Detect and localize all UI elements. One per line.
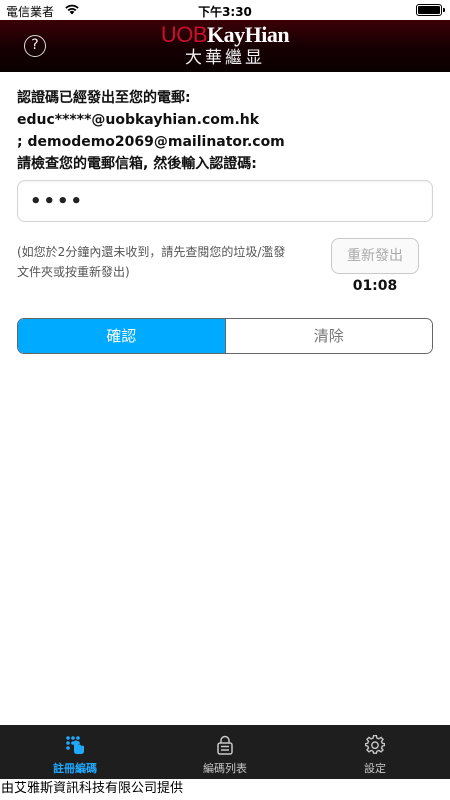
help-button[interactable]: ? <box>24 35 46 57</box>
instruction-text: 請檢查您的電郵信箱, 然後輸入認證碼: <box>17 156 257 172</box>
tab-register-code-label: 註冊編碼 <box>53 762 97 775</box>
battery-icon <box>416 4 445 16</box>
verification-form: 認證碼已經發出至您的電郵: educ*****@uobkayhian.com.h… <box>17 87 437 354</box>
clear-button[interactable]: 清除 <box>224 319 432 353</box>
verification-screen: 電信業者 下午3:30 ? UOBKayHian 大華繼显 認證碼已經發出至您的… <box>0 0 450 800</box>
tab-settings[interactable]: 設定 <box>300 725 450 779</box>
status-time: 下午3:30 <box>198 5 252 19</box>
resend-button[interactable]: 重新發出 <box>331 238 419 274</box>
bottom-tab-bar: 註冊編碼 編碼列表 設定 <box>0 725 450 779</box>
logo-uob-text: UOB <box>160 22 208 47</box>
tab-register-code[interactable]: 註冊編碼 <box>0 725 150 779</box>
logo-chinese-text: 大華繼显 <box>185 48 265 68</box>
tab-code-list-label: 編碼列表 <box>203 762 247 775</box>
action-segment: 確認 清除 <box>17 318 433 354</box>
dots-hand-icon <box>66 736 84 754</box>
resend-hint: (如您於2分鐘內還未收到，請先查閱您的垃圾/濫發文件夾或按重新發出) <box>17 245 286 279</box>
brand-logo: UOBKayHian 大華繼显 <box>152 22 298 68</box>
app-header: ? UOBKayHian 大華繼显 <box>0 20 450 72</box>
sent-message-line1: 認證碼已經發出至您的電郵: educ*****@uobkayhian.com.h… <box>17 90 260 128</box>
lock-list-icon <box>217 735 233 755</box>
tab-code-list[interactable]: 編碼列表 <box>150 725 300 779</box>
resend-row: (如您於2分鐘內還未收到，請先查閱您的垃圾/濫發文件夾或按重新發出) 重新發出 … <box>17 238 437 298</box>
verification-code-input[interactable] <box>17 180 433 222</box>
provider-footer: 由艾雅斯資訊科技有限公司提供 <box>0 779 450 800</box>
tab-settings-label: 設定 <box>364 762 386 775</box>
battery-fill <box>418 6 440 14</box>
sent-message-line2: ; demodemo2069@mailinator.com <box>17 134 285 150</box>
gear-icon <box>365 735 385 754</box>
logo-kayhian-text: KayHian <box>207 22 290 47</box>
resend-countdown: 01:08 <box>352 278 398 294</box>
confirm-button[interactable]: 確認 <box>18 319 225 353</box>
status-bar: 電信業者 下午3:30 <box>0 0 450 20</box>
